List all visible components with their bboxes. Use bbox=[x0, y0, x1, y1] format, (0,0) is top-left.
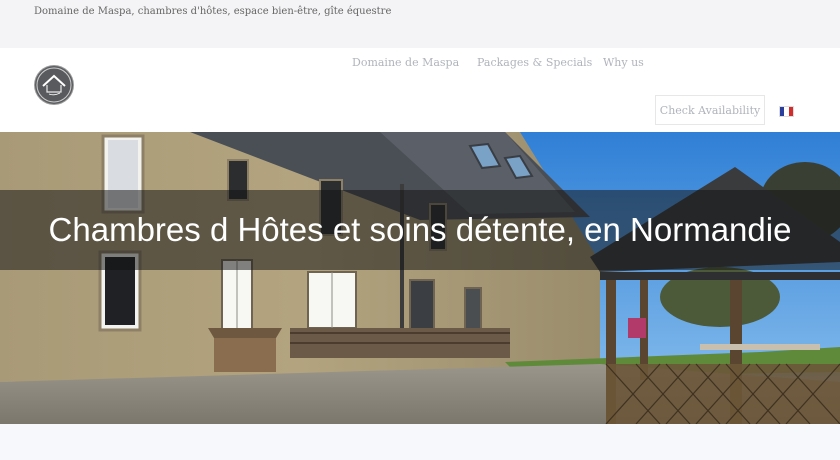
hero-title: Chambres d Hôtes et soins détente, en No… bbox=[48, 211, 792, 248]
hero-banner: Chambres d Hôtes et soins détente, en No… bbox=[0, 190, 840, 270]
check-availability-button[interactable]: Check Availability bbox=[655, 95, 765, 125]
top-bar: Domaine de Maspa, chambres d'hôtes, espa… bbox=[0, 0, 840, 48]
france-flag-icon[interactable] bbox=[780, 107, 793, 116]
hero-image bbox=[0, 132, 840, 424]
house-logo-icon[interactable] bbox=[35, 66, 73, 104]
nav-item-packages[interactable]: Packages & Specials bbox=[477, 56, 592, 69]
nav-item-why-us[interactable]: Why us bbox=[603, 56, 644, 69]
site-tagline: Domaine de Maspa, chambres d'hôtes, espa… bbox=[34, 6, 392, 17]
nav-item-domaine[interactable]: Domaine de Maspa bbox=[352, 56, 459, 69]
page-content-area bbox=[0, 424, 840, 460]
